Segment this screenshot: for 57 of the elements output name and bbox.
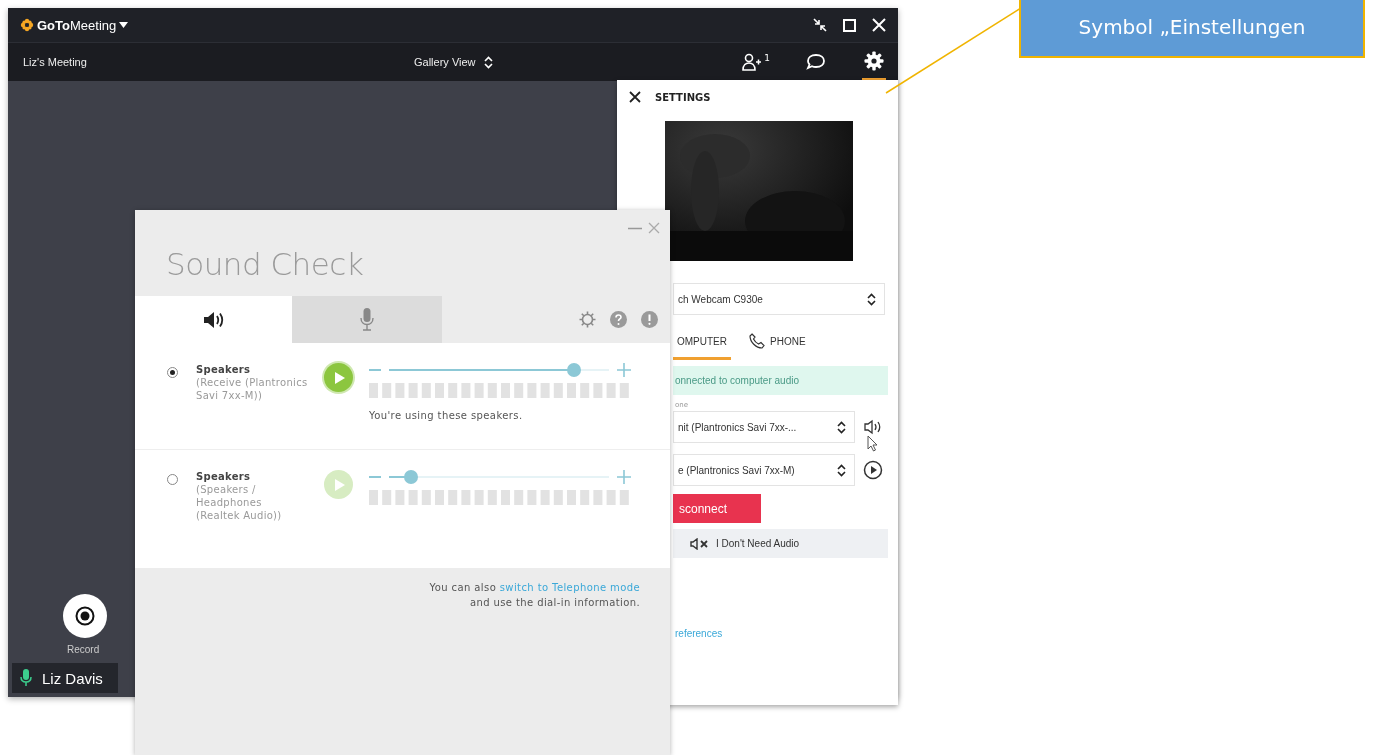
caret-icon[interactable] bbox=[119, 22, 129, 28]
camera-select[interactable]: ch Webcam C930e bbox=[673, 283, 885, 315]
play-icon[interactable] bbox=[863, 460, 883, 480]
play-button[interactable] bbox=[324, 363, 353, 392]
maximize-icon[interactable] bbox=[843, 18, 856, 32]
speaker-tab[interactable] bbox=[135, 296, 292, 343]
telephone-mode-hint: You can also switch to Telephone mode and use the dial-in information. bbox=[428, 581, 640, 610]
device-name: Speakers bbox=[196, 470, 252, 483]
slider-thumb[interactable] bbox=[566, 363, 581, 377]
audio-tab[interactable]: OMPUTER bbox=[673, 327, 731, 360]
minimize-icon[interactable] bbox=[628, 226, 642, 230]
audio-status-text: onnected to computer audio bbox=[675, 375, 799, 386]
participants-button[interactable]: 1 bbox=[742, 53, 770, 71]
app-name[interactable]: GoToMeeting bbox=[37, 17, 117, 33]
record-label: Record bbox=[67, 644, 100, 655]
device-name: Speakers bbox=[196, 363, 252, 376]
device-detail: (Speakers / Headphones (Realtek Audio)) bbox=[196, 483, 283, 522]
status-note: You're using these speakers. bbox=[369, 410, 524, 421]
help-icon[interactable] bbox=[610, 311, 627, 328]
play-icon bbox=[334, 370, 346, 385]
participants-icon bbox=[742, 53, 763, 71]
microphone-select[interactable]: nit (Plantronics Savi 7xx-... bbox=[673, 411, 855, 443]
settings-title: SETTINGS bbox=[655, 91, 711, 103]
flower-logo-icon bbox=[20, 18, 34, 32]
microphone-tab[interactable] bbox=[292, 296, 442, 343]
play-icon bbox=[334, 477, 346, 492]
meeting-title: Liz's Meeting bbox=[23, 56, 87, 68]
info-icon[interactable] bbox=[641, 311, 658, 328]
record-icon bbox=[75, 606, 95, 626]
close-icon[interactable] bbox=[629, 91, 641, 103]
record-button[interactable] bbox=[63, 594, 107, 638]
chat-icon[interactable] bbox=[806, 53, 826, 71]
plus-icon[interactable] bbox=[617, 363, 631, 377]
mouse-cursor-icon bbox=[867, 435, 879, 452]
callout-label: Symbol „Einstellungen bbox=[1019, 0, 1365, 58]
settings-icon bbox=[864, 51, 884, 71]
settings-icon[interactable] bbox=[579, 311, 596, 328]
plus-icon[interactable] bbox=[617, 470, 631, 484]
slider-thumb[interactable] bbox=[404, 470, 418, 484]
device-detail: (Receive (Plantronics Savi 7xx-M)) bbox=[196, 376, 308, 402]
updown-arrows-icon bbox=[483, 55, 493, 69]
view-mode-selector[interactable]: Gallery View bbox=[408, 54, 499, 70]
disconnect-button[interactable]: sconnect bbox=[673, 494, 761, 523]
updown-arrows-icon bbox=[837, 420, 846, 434]
sound-check-title: Sound Check bbox=[166, 246, 365, 284]
phone-icon bbox=[749, 333, 765, 349]
microphone-icon bbox=[360, 307, 374, 332]
participant-name: Liz Davis bbox=[42, 669, 103, 687]
audio-tab[interactable]: PHONE bbox=[745, 327, 810, 360]
speaker-test-icon[interactable] bbox=[863, 419, 883, 435]
updown-arrows-icon bbox=[867, 292, 876, 306]
speaker-icon bbox=[202, 310, 225, 329]
no-audio-button[interactable]: I Don't Need Audio bbox=[673, 529, 888, 558]
speaker-select[interactable]: e (Plantronics Savi 7xx-M) bbox=[673, 454, 855, 486]
updown-arrows-icon bbox=[837, 463, 846, 477]
muted-speaker-icon bbox=[690, 537, 710, 550]
shrink-icon[interactable] bbox=[813, 18, 827, 32]
